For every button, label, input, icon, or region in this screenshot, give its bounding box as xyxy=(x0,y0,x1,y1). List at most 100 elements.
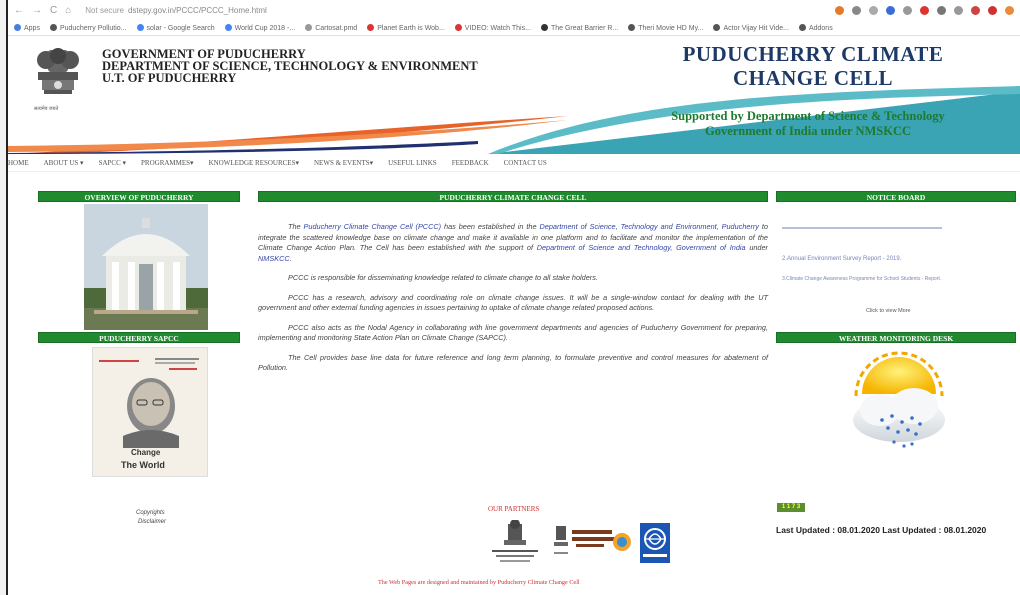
bookmark-label: Apps xyxy=(24,24,40,32)
bookmarks-bar: Apps Puducherry Pollutio... solar - Google… xyxy=(8,20,1020,36)
support-line-2: Government of India under NMSKCC xyxy=(704,124,912,138)
world-bank-partner-logo[interactable] xyxy=(640,523,670,563)
view-more-link[interactable]: Click to view More xyxy=(866,308,911,314)
text-span: The xyxy=(288,222,304,231)
nav-item[interactable]: CONTACT US xyxy=(504,159,547,167)
notice-item[interactable]: 3.Climate Change Awareness Programme for… xyxy=(782,276,941,282)
download-icon[interactable] xyxy=(954,5,963,15)
bookmark-label: Puducherry Pollutio... xyxy=(59,24,127,32)
weather-sun-cloud-icon xyxy=(853,351,945,448)
browser-window: ← → C ⌂ Not secure dstepy.gov.in/PCCC/PCC… xyxy=(6,0,1020,595)
bookmark-favicon-icon xyxy=(713,23,721,31)
bookmark-item[interactable]: The Great Barrier R... xyxy=(540,23,618,32)
bookmark-item[interactable]: Puducherry Pollutio... xyxy=(49,23,127,32)
nav-item[interactable]: NEWS & EVENTS▾ xyxy=(314,159,373,167)
bookmark-label: Cartosat.pmd xyxy=(315,24,358,32)
text-span: has been established in the xyxy=(441,222,540,231)
nav-item[interactable]: FEEDBACK xyxy=(452,159,489,167)
support-banner: Supported by Department of Science & Tec… xyxy=(598,109,1018,139)
center-header: PUDUCHERRY CLIMATE CHANGE CELL xyxy=(258,191,768,202)
about-paragraph-5: The Cell provides base line data for fut… xyxy=(258,352,768,373)
extension-icon[interactable] xyxy=(835,5,844,15)
department-link[interactable]: Department of Science, Technology and En… xyxy=(540,222,759,231)
bookmark-item[interactable]: Addons xyxy=(798,23,833,32)
not-secure-label: Not secure xyxy=(85,5,124,15)
bookmark-label: solar - Google Search xyxy=(146,24,215,32)
bookmark-item[interactable]: VIDEO: Watch This... xyxy=(454,23,531,32)
home-icon[interactable]: ⌂ xyxy=(65,5,71,16)
notice-item[interactable]: 2.Annual Environment Survey Report - 201… xyxy=(782,256,901,262)
text-span: under xyxy=(745,243,768,252)
dst-partner-logo[interactable] xyxy=(486,520,544,570)
about-paragraph-4: PCCC also acts as the Nodal Agency in co… xyxy=(258,322,768,343)
reload-icon[interactable]: C xyxy=(50,5,57,16)
site-title: PUDUCHERRY CLIMATE CHANGE CELL xyxy=(608,42,1018,90)
footer-credit: The Web Pages are designed and maintaine… xyxy=(378,579,580,586)
notice-item-cut xyxy=(782,226,1012,230)
support-line-1: Supported by Department of Science & Tec… xyxy=(671,109,945,123)
nav-item[interactable]: KNOWLEDGE RESOURCES▾ xyxy=(209,159,299,167)
bookmark-favicon-icon xyxy=(14,23,21,31)
bookmark-favicon-icon xyxy=(136,23,144,31)
url-text: dstepy.gov.in/PCCC/PCCC_Home.html xyxy=(127,5,267,15)
bookmark-favicon-icon xyxy=(49,23,57,31)
site-header: सत्यमेव जयते GOVERNMENT OF PUDUCHERRY DE… xyxy=(8,36,1020,154)
back-icon[interactable]: ← xyxy=(14,5,24,16)
bookmark-favicon-icon xyxy=(224,23,232,31)
text-span: . xyxy=(289,253,292,263)
extension-icon[interactable] xyxy=(971,5,980,15)
extension-icon[interactable] xyxy=(852,5,861,15)
bookmark-item[interactable]: Cartosat.pmd xyxy=(305,23,358,32)
pccc-link[interactable]: Puducherry Climate Change Cell (PCCC) xyxy=(304,222,442,231)
bookmark-item[interactable]: Theri Movie HD My... xyxy=(628,23,704,32)
disclaimer-link[interactable]: Disclaimer xyxy=(138,519,166,525)
nav-item[interactable]: USEFUL LINKS xyxy=(388,159,437,167)
bookmark-item[interactable]: solar - Google Search xyxy=(136,23,215,32)
bookmark-item[interactable]: Actor Vijay Hit Vide... xyxy=(713,23,789,32)
bookmark-label: VIDEO: Watch This... xyxy=(464,24,531,32)
profile-icon[interactable] xyxy=(1005,5,1014,15)
moefcc-partner-logo[interactable] xyxy=(552,522,632,566)
site-title-line-1: PUDUCHERRY CLIMATE xyxy=(682,42,944,66)
notice-board-header: NOTICE BOARD xyxy=(776,191,1016,202)
extension-icon[interactable] xyxy=(920,5,929,15)
bookmark-label: World Cup 2018 -... xyxy=(234,24,296,32)
extension-icon[interactable] xyxy=(988,5,997,15)
url-field[interactable]: Not secure dstepy.gov.in/PCCC/PCCC_Home.h… xyxy=(85,6,267,15)
monument-image[interactable] xyxy=(84,204,208,330)
bookmark-item[interactable]: Planet Earth is Wob... xyxy=(367,23,445,32)
book-text-world: The World xyxy=(121,460,165,470)
bookmark-label: Theri Movie HD My... xyxy=(638,24,704,32)
copyrights-link[interactable]: Copyrights xyxy=(136,510,165,516)
zoom-icon[interactable] xyxy=(869,5,878,15)
dst-link[interactable]: Department of Science and Technology, Go… xyxy=(537,243,746,252)
visitor-counter: 1 1 7 3 xyxy=(777,503,805,512)
forward-icon[interactable]: → xyxy=(32,5,42,16)
weather-desk-header: WEATHER MONITORING DESK xyxy=(776,332,1016,343)
bookmark-favicon-icon xyxy=(454,23,462,31)
bookmark-label: Addons xyxy=(808,24,833,32)
nav-item[interactable]: ABOUT US ▾ xyxy=(44,159,84,167)
about-content: The Puducherry Climate Change Cell (PCCC… xyxy=(258,222,768,383)
nav-item[interactable]: SAPCC ▾ xyxy=(99,159,126,167)
nav-item[interactable]: HOME xyxy=(8,159,29,167)
main-nav: HOME ABOUT US ▾ SAPCC ▾ PROGRAMMES▾ KNOWLEDG… xyxy=(8,154,1020,172)
last-updated: Last Updated : 08.01.2020 Last Updated :… xyxy=(776,525,987,535)
bookmark-item[interactable]: Apps xyxy=(14,23,40,32)
bookmark-favicon-icon xyxy=(798,23,806,31)
nmskcc-link[interactable]: NMSKCC xyxy=(258,254,290,263)
extension-icon[interactable] xyxy=(903,5,912,15)
bookmark-star-icon[interactable] xyxy=(886,5,895,15)
about-paragraph-1: The Puducherry Climate Change Cell (PCCC… xyxy=(258,222,768,264)
sapcc-header: PUDUCHERRY SAPCC xyxy=(38,332,240,343)
partners-title: OUR PARTNERS xyxy=(488,505,540,513)
bookmark-item[interactable]: World Cup 2018 -... xyxy=(224,23,296,32)
book-text-change: Change xyxy=(131,448,161,457)
about-paragraph-3: PCCC has a research, advisory and coordi… xyxy=(258,292,768,313)
nav-item[interactable]: PROGRAMMES▾ xyxy=(141,159,194,167)
extension-icon[interactable] xyxy=(937,5,946,15)
bookmark-label: Actor Vijay Hit Vide... xyxy=(723,24,789,32)
gandhi-portrait xyxy=(99,358,199,448)
bookmark-favicon-icon xyxy=(628,23,636,31)
sapcc-book-cover[interactable]: Change The World xyxy=(92,347,208,477)
